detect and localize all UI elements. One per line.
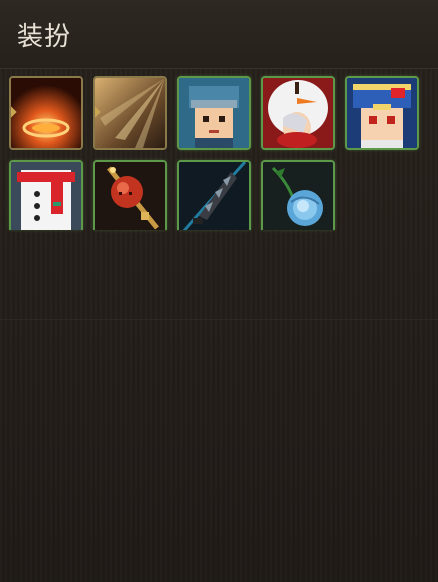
light-rays-icon (95, 78, 165, 148)
costume-slot-1[interactable] (9, 76, 83, 150)
fire-ring-icon (11, 78, 81, 148)
costume-slot-5[interactable] (345, 76, 419, 150)
costume-slot-8[interactable] (177, 160, 251, 230)
snowman-costume-icon (11, 162, 81, 230)
blue-hat-avatar-icon (347, 78, 417, 148)
dark-blade-weapon-icon (179, 162, 249, 230)
panel-header: 装扮 (0, 0, 438, 69)
costume-slot-6[interactable] (9, 160, 83, 230)
costume-grid (0, 69, 438, 320)
costume-slot-2[interactable] (93, 76, 167, 150)
costume-slot-4[interactable] (261, 76, 335, 150)
snowman-hood-avatar-icon (263, 78, 333, 148)
costume-slot-9[interactable] (261, 160, 335, 230)
costume-panel: 装扮 (0, 0, 438, 582)
costume-slot-7[interactable] (93, 160, 167, 230)
headband-boy-avatar-icon (179, 78, 249, 148)
panel-title: 装扮 (17, 22, 72, 52)
costume-slot-3[interactable] (177, 76, 251, 150)
blue-rose-icon (263, 162, 333, 230)
red-mace-weapon-icon (95, 162, 165, 230)
